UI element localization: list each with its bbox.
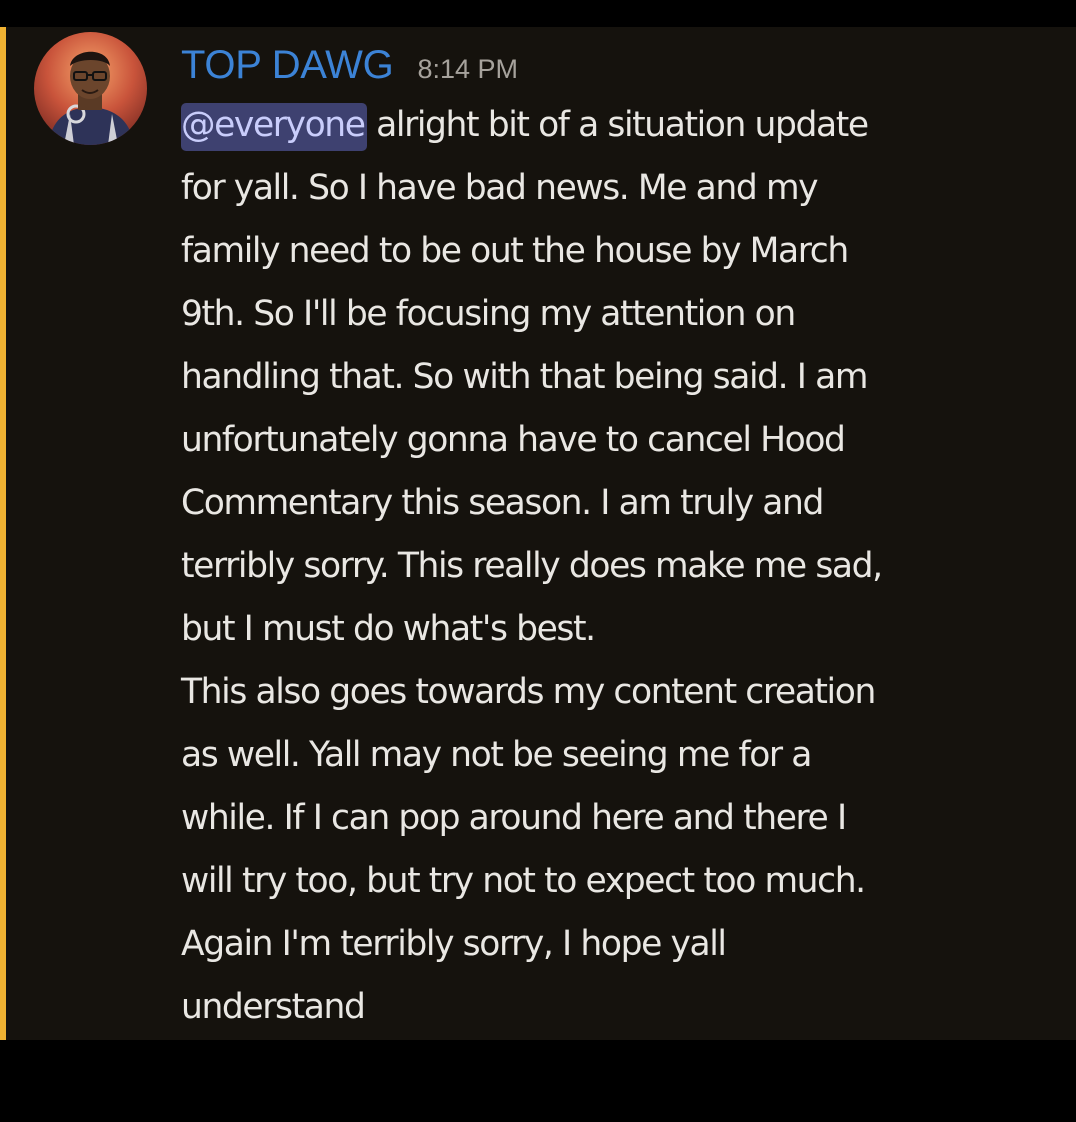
message-line: unfortunately gonna have to cancel Hood — [181, 420, 846, 460]
message-timestamp: 8:14 PM — [417, 54, 519, 84]
message-line: family need to be out the house by March — [181, 231, 849, 271]
message-line: Commentary this season. I am truly and — [181, 483, 824, 523]
message-line: terribly sorry. This really does make me… — [181, 546, 883, 586]
everyone-mention[interactable]: @everyone — [181, 103, 367, 151]
message-line: but I must do what's best. — [181, 609, 596, 649]
mention-highlight-bar — [0, 27, 6, 1040]
message-line: handling that. So with that being said. … — [181, 357, 869, 397]
message-text: alright bit of a situation update — [366, 105, 869, 145]
message-line: understand — [181, 987, 366, 1027]
message-line: as well. Yall may not be seeing me for a — [181, 735, 812, 775]
message-line: 9th. So I'll be focusing my attention on — [181, 294, 796, 334]
message-header: TOP DAWG 8:14 PM — [181, 43, 518, 87]
message: TOP DAWG 8:14 PM @everyone alright bit o… — [0, 27, 1076, 1040]
message-line: will try too, but try not to expect too … — [181, 861, 866, 901]
message-line: while. If I can pop around here and ther… — [181, 798, 847, 838]
message-content: @everyone alright bit of a situation upd… — [181, 94, 1061, 1039]
message-line: Again I'm terribly sorry, I hope yall — [181, 924, 727, 964]
author-username[interactable]: TOP DAWG — [181, 43, 394, 87]
message-line: @everyone alright bit of a situation upd… — [181, 94, 1061, 157]
message-line: This also goes towards my content creati… — [181, 672, 876, 712]
avatar[interactable] — [34, 32, 147, 145]
message-line: for yall. So I have bad news. Me and my — [181, 168, 819, 208]
